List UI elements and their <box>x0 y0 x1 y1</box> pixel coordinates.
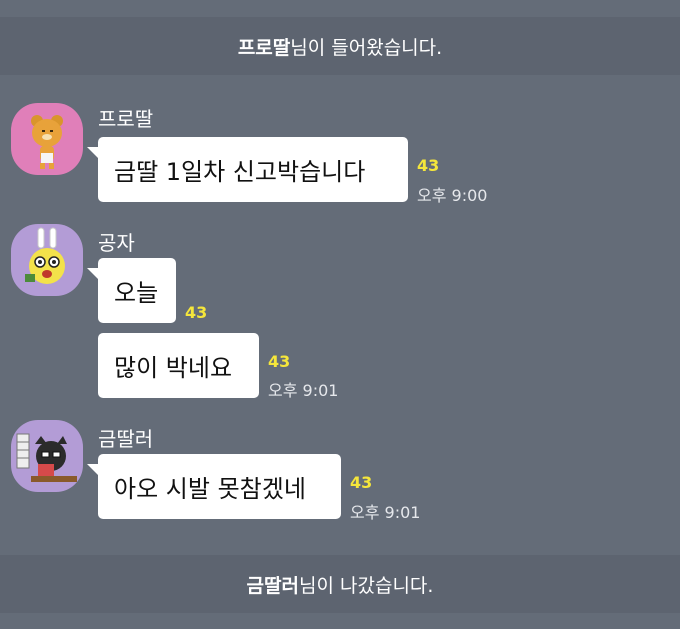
message-text: 아오 시발 못참겠네 <box>114 475 306 503</box>
message-bubble[interactable]: 오늘 <box>87 258 176 323</box>
system-notice-leave: 금딸러 님이 나갔습니다. <box>0 555 680 613</box>
message-time: 오후 9:01 <box>350 503 421 522</box>
notice-text: 님이 나갔습니다. <box>299 574 434 597</box>
message-time: 오후 9:00 <box>417 186 488 205</box>
unread-count: 43 <box>185 303 208 322</box>
notice-nickname: 금딸러 <box>246 574 299 597</box>
unread-count: 43 <box>350 473 373 492</box>
message-bubble[interactable]: 금딸 1일차 신고박습니다 <box>87 137 408 202</box>
muzi-icon[interactable] <box>11 224 83 296</box>
message-text: 오늘 <box>114 279 159 307</box>
sender-name: 공자 <box>98 231 135 255</box>
unread-count: 43 <box>268 352 291 371</box>
neo-icon[interactable] <box>11 420 83 492</box>
sender-name: 금딸러 <box>98 427 154 451</box>
sender-name: 프로딸 <box>98 107 154 131</box>
message-bubble[interactable]: 아오 시발 못참겠네 <box>87 454 341 519</box>
system-notice-join: 프로딸 님이 들어왔습니다. <box>0 17 680 75</box>
message-time: 오후 9:01 <box>268 381 339 400</box>
notice-text: 님이 들어왔습니다. <box>290 36 443 59</box>
ryan-icon[interactable] <box>11 103 83 175</box>
notice-nickname: 프로딸 <box>237 36 291 59</box>
unread-count: 43 <box>417 156 440 175</box>
message-text: 금딸 1일차 신고박습니다 <box>114 158 366 186</box>
message-bubble[interactable]: 많이 박네요 <box>98 333 259 398</box>
message-text: 많이 박네요 <box>114 354 233 382</box>
